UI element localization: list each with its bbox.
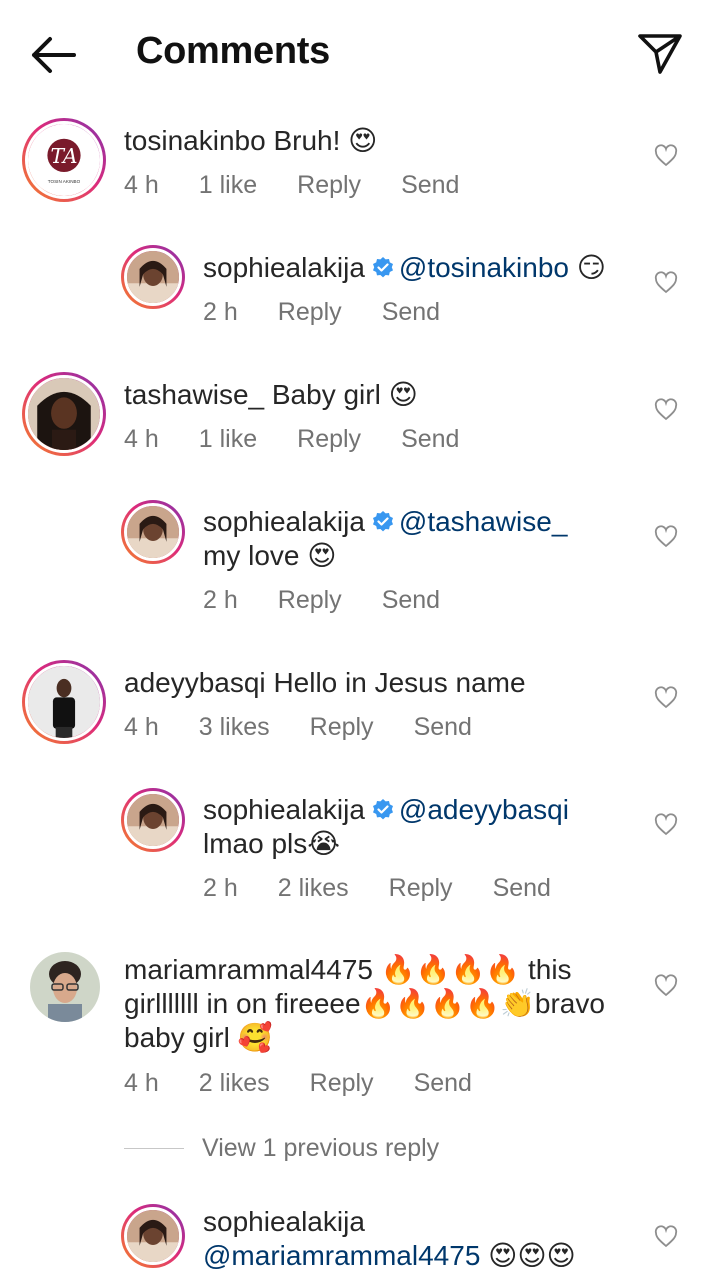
comment-time: 4 h xyxy=(124,425,159,453)
svg-text:TOSIN AKINBO: TOSIN AKINBO xyxy=(48,179,81,184)
send-button[interactable]: Send xyxy=(382,297,440,327)
reply-time: 2 h xyxy=(203,586,238,614)
reply-button[interactable]: Reply xyxy=(310,712,374,742)
comment-text: tosinakinbo Bruh! 😍 xyxy=(124,124,644,158)
page-title: Comments xyxy=(136,30,330,72)
reply-text: sophiealakija @mariamrammal4475 😍😍😍 xyxy=(203,1205,643,1273)
share-button[interactable] xyxy=(636,30,684,78)
comment-meta: 4 h 1 like Reply Send xyxy=(124,424,499,454)
adeyybasqi-photo-avatar xyxy=(28,666,100,738)
divider xyxy=(124,1148,184,1149)
comment-text: tashawise_ Baby girl 😍 xyxy=(124,378,644,412)
view-previous-replies-button[interactable]: View 1 previous reply xyxy=(124,1134,439,1163)
reply-body: my love 😍 xyxy=(203,540,337,571)
paper-plane-icon xyxy=(638,34,682,74)
heart-icon[interactable] xyxy=(654,271,678,295)
comment-time: 4 h xyxy=(124,171,159,199)
comment-text: mariamrammal4475 🔥🔥🔥🔥 this girlllllll in… xyxy=(124,953,634,1055)
reply-text: sophiealakija @tosinakinbo 😏 xyxy=(203,251,643,285)
avatar[interactable]: TA TOSIN AKINBO xyxy=(22,118,106,202)
reply-button[interactable]: Reply xyxy=(297,170,361,200)
comment-likes[interactable]: 2 likes xyxy=(199,1068,270,1098)
reply-body: 😏 xyxy=(576,252,606,283)
sophiealakija-photo-avatar xyxy=(127,251,179,303)
reply-text: sophiealakija @adeyybasqi lmao pls😭 xyxy=(203,793,643,861)
reply-button[interactable]: Reply xyxy=(389,873,453,903)
sophiealakija-photo-avatar xyxy=(127,794,179,846)
comment-meta: 4 h 1 like Reply Send xyxy=(124,170,499,200)
send-button[interactable]: Send xyxy=(382,585,440,615)
comment-body: Hello in Jesus name xyxy=(273,667,526,698)
comment-meta: 4 h 2 likes Reply Send xyxy=(124,1068,512,1098)
mention-link[interactable]: @mariamrammal4475 xyxy=(203,1240,480,1271)
comment-username[interactable]: adeyybasqi xyxy=(124,667,266,698)
reply-time: 2 h xyxy=(203,298,238,326)
mention-link[interactable]: @tosinakinbo xyxy=(399,252,569,283)
verified-badge-icon xyxy=(372,511,393,532)
comment-time: 4 h xyxy=(124,713,159,741)
avatar[interactable] xyxy=(121,500,185,564)
reply-meta: 2 h 2 likes Reply Send xyxy=(203,873,591,903)
arrow-left-icon xyxy=(32,37,76,73)
header: Comments xyxy=(0,0,719,106)
comment-username[interactable]: tashawise_ xyxy=(124,379,264,410)
svg-text:TA: TA xyxy=(50,144,77,168)
comment-body: Bruh! 😍 xyxy=(273,125,378,156)
tosinakinbo-logo-avatar: TA TOSIN AKINBO xyxy=(28,124,100,196)
back-button[interactable] xyxy=(26,30,80,80)
reply-button[interactable]: Reply xyxy=(278,297,342,327)
comment-username[interactable]: tosinakinbo xyxy=(124,125,266,156)
heart-icon[interactable] xyxy=(654,1225,678,1249)
avatar[interactable] xyxy=(30,952,100,1022)
heart-icon[interactable] xyxy=(654,686,678,710)
sophiealakija-photo-avatar xyxy=(127,1210,179,1262)
reply-username[interactable]: sophiealakija xyxy=(203,794,365,825)
heart-icon[interactable] xyxy=(654,974,678,998)
avatar[interactable] xyxy=(121,245,185,309)
comment-text: adeyybasqi Hello in Jesus name xyxy=(124,666,644,700)
comment-meta: 4 h 3 likes Reply Send xyxy=(124,712,512,742)
reply-body: lmao pls😭 xyxy=(203,828,340,859)
heart-icon[interactable] xyxy=(654,525,678,549)
send-button[interactable]: Send xyxy=(414,1068,472,1098)
heart-icon[interactable] xyxy=(654,813,678,837)
reply-meta: 2 h Reply Send xyxy=(203,297,480,327)
mention-link[interactable]: @tashawise_ xyxy=(399,506,568,537)
verified-badge-icon xyxy=(372,257,393,278)
comment-username[interactable]: mariamrammal4475 xyxy=(124,954,373,985)
send-button[interactable]: Send xyxy=(401,424,459,454)
comment-body: Baby girl 😍 xyxy=(271,379,418,410)
send-button[interactable]: Send xyxy=(493,873,551,903)
reply-time: 2 h xyxy=(203,874,238,902)
sophiealakija-photo-avatar xyxy=(127,506,179,558)
heart-icon[interactable] xyxy=(654,398,678,422)
reply-button[interactable]: Reply xyxy=(297,424,361,454)
reply-username[interactable]: sophiealakija xyxy=(203,1206,365,1237)
avatar[interactable] xyxy=(121,788,185,852)
comment-time: 4 h xyxy=(124,1069,159,1097)
avatar[interactable] xyxy=(22,660,106,744)
mariamrammal-photo-avatar xyxy=(30,952,100,1022)
reply-username[interactable]: sophiealakija xyxy=(203,506,365,537)
reply-body: 😍😍😍 xyxy=(488,1240,576,1271)
avatar[interactable] xyxy=(121,1204,185,1268)
comment-likes[interactable]: 1 like xyxy=(199,170,257,200)
send-button[interactable]: Send xyxy=(414,712,472,742)
heart-icon[interactable] xyxy=(654,144,678,168)
reply-text: sophiealakija @tashawise_ my love 😍 xyxy=(203,505,643,573)
verified-badge-icon xyxy=(372,799,393,820)
comment-likes[interactable]: 1 like xyxy=(199,424,257,454)
comment-likes[interactable]: 3 likes xyxy=(199,712,270,742)
reply-button[interactable]: Reply xyxy=(278,585,342,615)
avatar[interactable] xyxy=(22,372,106,456)
mention-link[interactable]: @adeyybasqi xyxy=(399,794,569,825)
reply-button[interactable]: Reply xyxy=(310,1068,374,1098)
reply-username[interactable]: sophiealakija xyxy=(203,252,365,283)
send-button[interactable]: Send xyxy=(401,170,459,200)
reply-meta: 2 h Reply Send xyxy=(203,585,480,615)
tashawise-photo-avatar xyxy=(28,378,100,450)
view-replies-label: View 1 previous reply xyxy=(202,1134,440,1162)
reply-likes[interactable]: 2 likes xyxy=(278,873,349,903)
